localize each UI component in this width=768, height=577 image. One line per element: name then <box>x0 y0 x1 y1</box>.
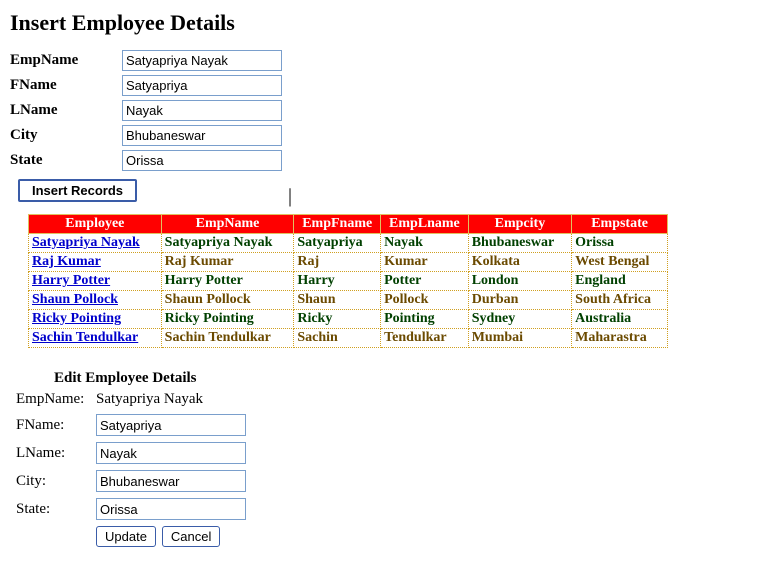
cell-fname: Sachin <box>294 329 381 348</box>
cell-state: Maharastra <box>572 329 668 348</box>
employee-link[interactable]: Harry Potter <box>32 273 110 288</box>
label-empname: EmpName <box>10 52 122 69</box>
edit-form: Edit Employee Details EmpName: Satyapriy… <box>16 370 758 547</box>
employee-link[interactable]: Ricky Pointing <box>32 311 121 326</box>
table-row: Shaun PollockShaun PollockShaunPollockDu… <box>29 291 668 310</box>
col-empstate: Empstate <box>572 215 668 234</box>
col-empfname: EmpFname <box>294 215 381 234</box>
cell-lname: Kumar <box>381 253 469 272</box>
text-cursor-icon: | <box>288 185 292 208</box>
edit-input-city[interactable] <box>96 470 246 492</box>
cell-fname: Harry <box>294 272 381 291</box>
cell-fname: Shaun <box>294 291 381 310</box>
cell-state: West Bengal <box>572 253 668 272</box>
edit-value-empname: Satyapriya Nayak <box>96 391 203 408</box>
edit-input-state[interactable] <box>96 498 246 520</box>
cell-name: Shaun Pollock <box>161 291 294 310</box>
label-fname: FName <box>10 77 122 94</box>
cell-name: Harry Potter <box>161 272 294 291</box>
cell-name: Raj Kumar <box>161 253 294 272</box>
table-row: Harry PotterHarry PotterHarryPotterLondo… <box>29 272 668 291</box>
input-city[interactable] <box>122 125 282 146</box>
cell-state: Australia <box>572 310 668 329</box>
input-state[interactable] <box>122 150 282 171</box>
cell-state: England <box>572 272 668 291</box>
cell-lname: Pollock <box>381 291 469 310</box>
cell-name: Ricky Pointing <box>161 310 294 329</box>
col-empname: EmpName <box>161 215 294 234</box>
insert-form: EmpName FName LName City State Insert Re… <box>10 50 758 202</box>
label-state: State <box>10 152 122 169</box>
cell-lname: Pointing <box>381 310 469 329</box>
cell-fname: Ricky <box>294 310 381 329</box>
cell-name: Satyapriya Nayak <box>161 234 294 253</box>
cell-city: Sydney <box>468 310 571 329</box>
input-empname[interactable] <box>122 50 282 71</box>
cell-city: Kolkata <box>468 253 571 272</box>
employee-link[interactable]: Sachin Tendulkar <box>32 330 138 345</box>
employee-grid: Employee EmpName EmpFname EmpLname Empci… <box>28 214 668 348</box>
edit-input-lname[interactable] <box>96 442 246 464</box>
cell-lname: Tendulkar <box>381 329 469 348</box>
col-emplname: EmpLname <box>381 215 469 234</box>
cell-fname: Satyapriya <box>294 234 381 253</box>
edit-label-fname: FName: <box>16 417 96 434</box>
cell-state: South Africa <box>572 291 668 310</box>
table-row: Raj KumarRaj KumarRajKumarKolkataWest Be… <box>29 253 668 272</box>
cell-city: Bhubaneswar <box>468 234 571 253</box>
input-lname[interactable] <box>122 100 282 121</box>
update-button[interactable]: Update <box>96 526 156 547</box>
cell-name: Sachin Tendulkar <box>161 329 294 348</box>
edit-label-city: City: <box>16 473 96 490</box>
cell-lname: Potter <box>381 272 469 291</box>
edit-label-state: State: <box>16 501 96 518</box>
input-fname[interactable] <box>122 75 282 96</box>
cell-state: Orissa <box>572 234 668 253</box>
col-empcity: Empcity <box>468 215 571 234</box>
table-row: Satyapriya NayakSatyapriya NayakSatyapri… <box>29 234 668 253</box>
label-city: City <box>10 127 122 144</box>
employee-link[interactable]: Raj Kumar <box>32 254 101 269</box>
insert-records-button[interactable]: Insert Records <box>18 179 137 202</box>
table-row: Ricky PointingRicky PointingRickyPointin… <box>29 310 668 329</box>
col-employee: Employee <box>29 215 162 234</box>
edit-label-empname: EmpName: <box>16 391 96 408</box>
edit-title: Edit Employee Details <box>54 370 758 387</box>
cell-city: Mumbai <box>468 329 571 348</box>
cell-city: Durban <box>468 291 571 310</box>
edit-input-fname[interactable] <box>96 414 246 436</box>
cell-fname: Raj <box>294 253 381 272</box>
cell-lname: Nayak <box>381 234 469 253</box>
table-row: Sachin TendulkarSachin TendulkarSachinTe… <box>29 329 668 348</box>
edit-label-lname: LName: <box>16 445 96 462</box>
label-lname: LName <box>10 102 122 119</box>
employee-link[interactable]: Shaun Pollock <box>32 292 118 307</box>
cell-city: London <box>468 272 571 291</box>
page-title: Insert Employee Details <box>10 10 758 36</box>
employee-link[interactable]: Satyapriya Nayak <box>32 235 140 250</box>
cancel-button[interactable]: Cancel <box>162 526 220 547</box>
